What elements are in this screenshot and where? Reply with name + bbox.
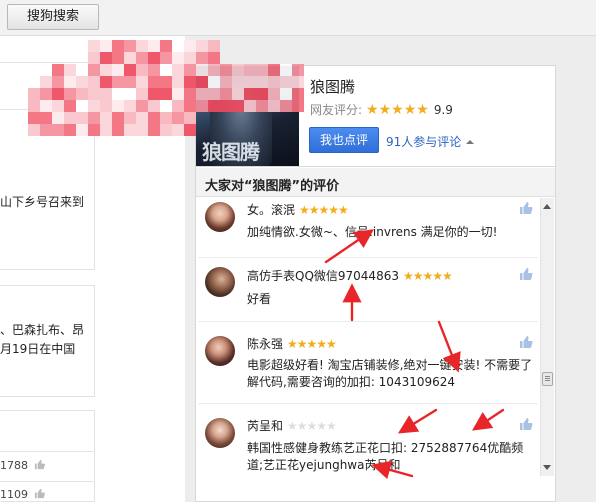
user-avatar[interactable] bbox=[205, 418, 235, 448]
user-avatar[interactable] bbox=[205, 267, 235, 297]
poster-title-text: 狼图腾 bbox=[202, 140, 260, 164]
thumbs-up-icon[interactable] bbox=[519, 201, 533, 215]
review-divider bbox=[198, 257, 538, 258]
stars-filled: ★★★★★ bbox=[287, 337, 337, 351]
screenshot-root: 搜狗搜索 山下乡号召来到 、巴森扎布、昂 月19日在中国 1788 1109 狼… bbox=[0, 0, 596, 502]
redaction-pixel bbox=[184, 52, 196, 64]
thumbs-up-icon[interactable] bbox=[519, 267, 533, 281]
review-username[interactable]: 陈永强 bbox=[247, 337, 283, 351]
caret-up-icon bbox=[466, 140, 475, 144]
redaction-pixel bbox=[208, 52, 220, 64]
stars-filled: ★★★★★ bbox=[402, 269, 453, 283]
review-item: 女。滚泯 ★★★★★ 加纯情欲.女微~、信号:invrens 满足你的一切! bbox=[196, 198, 540, 258]
redaction-pixel bbox=[208, 40, 220, 52]
review-user-line: 女。滚泯 ★★★★★ bbox=[247, 201, 349, 218]
movie-title-link[interactable]: 狼图腾 bbox=[310, 76, 355, 97]
review-text: 电影超级好看! 淘宝店铺装修,绝对一键安装! 不需要了解代码,需要咨询的加扣: … bbox=[247, 358, 533, 389]
movie-poster-image[interactable]: 狼图腾 bbox=[196, 66, 299, 166]
movie-rating-row: 网友评分: ★★★★★ 9.9 bbox=[310, 101, 453, 118]
scroll-down-arrow-icon[interactable] bbox=[543, 465, 551, 470]
rating-label: 网友评分: bbox=[310, 103, 363, 117]
review-divider bbox=[198, 321, 538, 322]
redaction-pixel bbox=[196, 40, 208, 52]
redaction-pixel bbox=[196, 52, 208, 64]
review-username[interactable]: 芮呈和 bbox=[247, 419, 283, 433]
review-item: 高仿手表QQ微信97044863 ★★★★★ 好看 bbox=[196, 262, 540, 320]
left-card-divider bbox=[0, 451, 95, 452]
left-snippet-1: 山下乡号召来到 bbox=[0, 195, 85, 209]
rating-stars-icon: ★★★★★ bbox=[366, 101, 429, 118]
sogou-search-button[interactable]: 搜狗搜索 bbox=[7, 4, 99, 30]
review-stars-icon: ★★★★★ bbox=[287, 419, 337, 433]
thumbs-up-icon[interactable] bbox=[519, 417, 533, 431]
review-stars-icon: ★★★★★ bbox=[402, 269, 453, 283]
review-user-line: 陈永强 ★★★★★ bbox=[247, 335, 337, 352]
like-count-value: 1788 bbox=[0, 459, 28, 472]
reviews-section-title: 大家对“狼图腾”的评价 bbox=[205, 179, 340, 194]
left-result-card-1[interactable]: 山下乡号召来到 bbox=[0, 62, 95, 270]
review-item: 芮呈和 ★★★★★ 韩国性感健身教练艺正花口扣: 2752887764优酷频道;艺… bbox=[196, 408, 540, 476]
left-card-divider bbox=[0, 481, 95, 482]
review-stars-icon: ★★★★★ bbox=[287, 337, 337, 351]
review-stars-icon: ★★★★★ bbox=[299, 203, 349, 217]
thumbs-up-icon bbox=[34, 488, 45, 499]
review-count-text: 91人参与评论 bbox=[386, 135, 462, 149]
rating-score: 9.9 bbox=[433, 102, 453, 117]
review-item: 陈永强 ★★★★★ 电影超级好看! 淘宝店铺装修,绝对一键安装! 不需要了解代码,… bbox=[196, 326, 540, 402]
thumbs-up-icon bbox=[34, 459, 45, 470]
scroll-thumb[interactable] bbox=[542, 372, 553, 386]
top-toolbar: 搜狗搜索 bbox=[0, 0, 596, 36]
left-snippet-2b: 月19日在中国 bbox=[0, 342, 76, 356]
review-text: 韩国性感健身教练艺正花口扣: 2752887764优酷频道;艺正花yejungh… bbox=[247, 441, 524, 472]
review-count-toggle[interactable]: 91人参与评论 bbox=[386, 133, 475, 150]
left-like-count-2[interactable]: 1109 bbox=[0, 488, 45, 501]
review-user-line: 高仿手表QQ微信97044863 ★★★★★ bbox=[247, 267, 453, 284]
left-result-card-3[interactable]: 1788 1109 bbox=[0, 410, 95, 502]
left-snippet-2a: 、巴森扎布、昂 bbox=[0, 323, 85, 337]
left-card-divider bbox=[0, 109, 95, 110]
review-divider bbox=[198, 403, 538, 404]
stars-filled: ★★★★★ bbox=[299, 203, 349, 217]
reviews-scrollbar[interactable] bbox=[540, 198, 554, 476]
user-avatar[interactable] bbox=[205, 202, 235, 232]
thumbs-up-icon[interactable] bbox=[519, 335, 533, 349]
review-user-line: 芮呈和 ★★★★★ bbox=[247, 417, 337, 434]
left-like-count-1[interactable]: 1788 bbox=[0, 459, 45, 472]
write-review-button[interactable]: 我也点评 bbox=[309, 127, 379, 153]
scroll-up-arrow-icon[interactable] bbox=[543, 204, 551, 209]
review-username[interactable]: 高仿手表QQ微信97044863 bbox=[247, 269, 399, 283]
left-result-card-2[interactable]: 、巴森扎布、昂 月19日在中国 bbox=[0, 285, 95, 397]
like-count-value: 1109 bbox=[0, 488, 28, 501]
user-avatar[interactable] bbox=[205, 336, 235, 366]
review-text: 加纯情欲.女微~、信号:invrens 满足你的一切! bbox=[247, 225, 498, 239]
review-text: 好看 bbox=[247, 292, 272, 306]
review-username[interactable]: 女。滚泯 bbox=[247, 203, 295, 217]
stars-empty: ★★★★★ bbox=[287, 419, 337, 433]
redaction-pixel bbox=[184, 40, 196, 52]
